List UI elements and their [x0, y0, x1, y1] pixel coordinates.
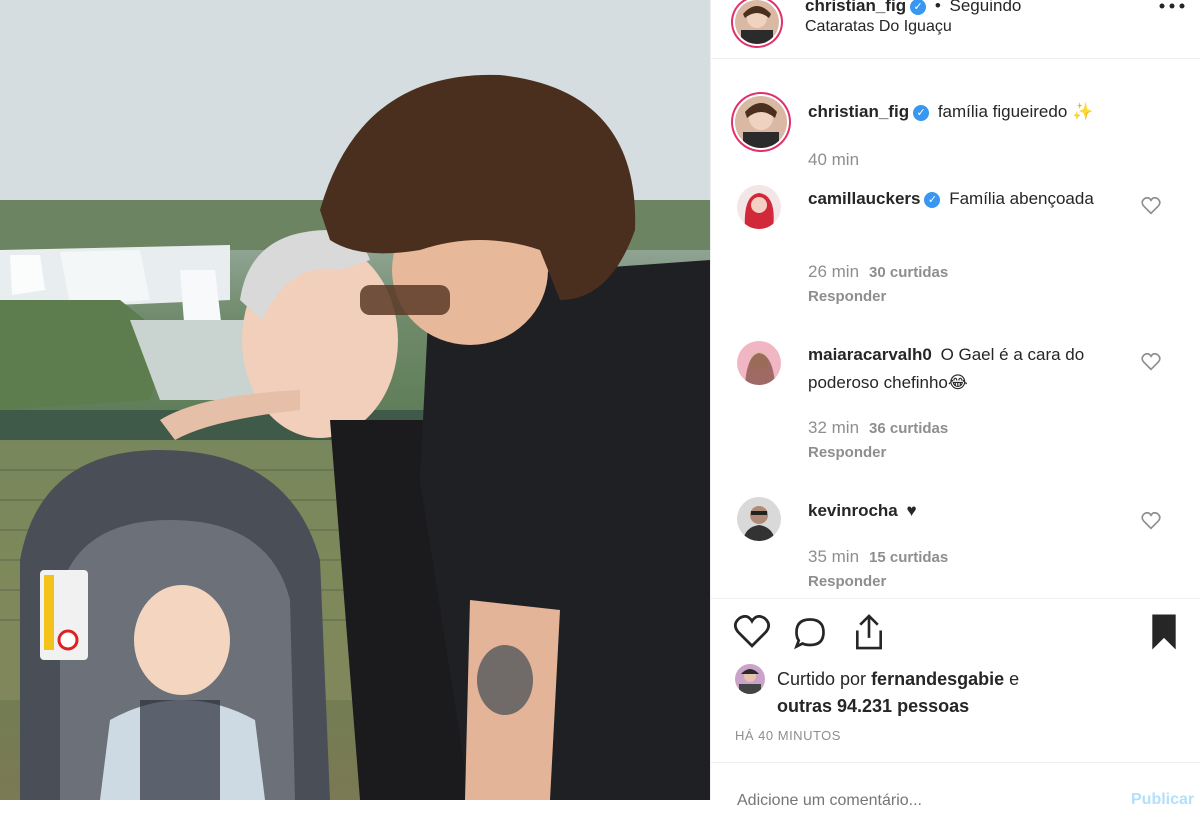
caption-username[interactable]: christian_fig: [808, 102, 909, 121]
commenter-avatar[interactable]: [737, 497, 781, 541]
author-avatar[interactable]: [735, 0, 779, 44]
comment-body: kevinrocha ♥: [808, 497, 1128, 525]
bookmark-icon[interactable]: [1149, 613, 1179, 656]
post-timestamp[interactable]: HÁ 40 MINUTOS: [735, 728, 841, 743]
comment-meta: 32 min 36 curtidas: [808, 418, 948, 438]
sparkles-emoji: ✨: [1072, 102, 1094, 121]
heart-icon[interactable]: [1141, 196, 1161, 220]
comment-likes[interactable]: 36 curtidas: [869, 420, 948, 437]
comment-likes[interactable]: 30 curtidas: [869, 264, 948, 281]
reply-button[interactable]: Responder: [808, 573, 886, 590]
liked-by-prefix: Curtido por: [777, 669, 867, 689]
comment-item: camillauckers ✓ Família abençoada 26 min 3…: [711, 185, 1200, 305]
comment-item: maiaracarvalh0 O Gael é a cara do podero…: [711, 341, 1200, 461]
comment-username[interactable]: maiaracarvalh0: [808, 345, 932, 364]
share-icon[interactable]: [851, 613, 887, 656]
verified-badge-icon: ✓: [924, 192, 941, 208]
heart-icon[interactable]: [1141, 352, 1161, 376]
liked-by-others[interactable]: outras 94.231 pessoas: [777, 696, 969, 716]
comment-input[interactable]: [735, 791, 1099, 811]
separator-dot: •: [934, 0, 941, 15]
caption-time: 40 min: [808, 150, 860, 169]
comment-likes[interactable]: 15 curtidas: [869, 549, 948, 566]
commenter-avatar-image: [743, 506, 775, 541]
commenter-avatar-image: [745, 352, 775, 385]
commenter-avatar[interactable]: [737, 341, 781, 385]
heart-icon[interactable]: [733, 614, 771, 654]
post-location[interactable]: Cataratas Do Iguaçu: [805, 18, 952, 36]
post-header: christian_fig ✓ • Seguindo Cataratas Do I…: [711, 0, 1200, 59]
comment-text: ♥: [906, 501, 917, 520]
comment-body: camillauckers ✓ Família abençoada: [808, 185, 1128, 213]
photo-illustration: [0, 0, 710, 800]
comment-time[interactable]: 35 min: [808, 547, 859, 566]
liked-by-middle: e: [1009, 669, 1020, 689]
comment-meta: 35 min 15 curtidas: [808, 547, 948, 567]
caption-avatar-image: [743, 103, 779, 148]
heart-icon[interactable]: [1141, 511, 1161, 535]
liked-by-user[interactable]: fernandesgabie: [871, 669, 1004, 689]
follow-status[interactable]: Seguindo: [950, 0, 1022, 15]
comment-bubble-icon[interactable]: [791, 615, 829, 656]
caption-row: christian_fig ✓ família figueiredo ✨ 40 m…: [711, 90, 1200, 180]
liker-avatar[interactable]: [735, 664, 765, 694]
comment-meta: 26 min 30 curtidas: [808, 262, 948, 282]
author-avatar-image: [741, 6, 773, 44]
comment-text: Família abençoada: [949, 189, 1094, 208]
comment-time[interactable]: 26 min: [808, 262, 859, 281]
comment-time[interactable]: 32 min: [808, 418, 859, 437]
add-comment-bar: Publicar: [711, 762, 1200, 813]
publish-button[interactable]: Publicar: [1131, 791, 1194, 809]
verified-badge-icon: ✓: [913, 105, 930, 121]
commenter-avatar[interactable]: [737, 185, 781, 229]
comment-body: maiaracarvalh0 O Gael é a cara do podero…: [808, 341, 1128, 397]
more-options-icon[interactable]: [1157, 0, 1187, 16]
verified-badge-icon: ✓: [910, 0, 927, 15]
author-username[interactable]: christian_fig: [805, 0, 906, 15]
commenter-avatar-image: [744, 193, 774, 229]
liker-avatar-image: [739, 669, 761, 694]
comment-username[interactable]: kevinrocha: [808, 501, 898, 520]
comment-username[interactable]: camillauckers: [808, 189, 920, 208]
liked-by-summary: Curtido por fernandesgabie e outras 94.2…: [777, 666, 1177, 720]
post-side-panel: christian_fig ✓ • Seguindo Cataratas Do I…: [710, 0, 1200, 811]
comment-item: kevinrocha ♥ 35 min 15 curtidas Responder: [711, 497, 1200, 597]
caption-text: família figueiredo: [937, 102, 1068, 121]
reply-button[interactable]: Responder: [808, 288, 886, 305]
reply-button[interactable]: Responder: [808, 444, 886, 461]
caption-avatar[interactable]: [735, 96, 787, 148]
post-photo[interactable]: [0, 0, 710, 800]
